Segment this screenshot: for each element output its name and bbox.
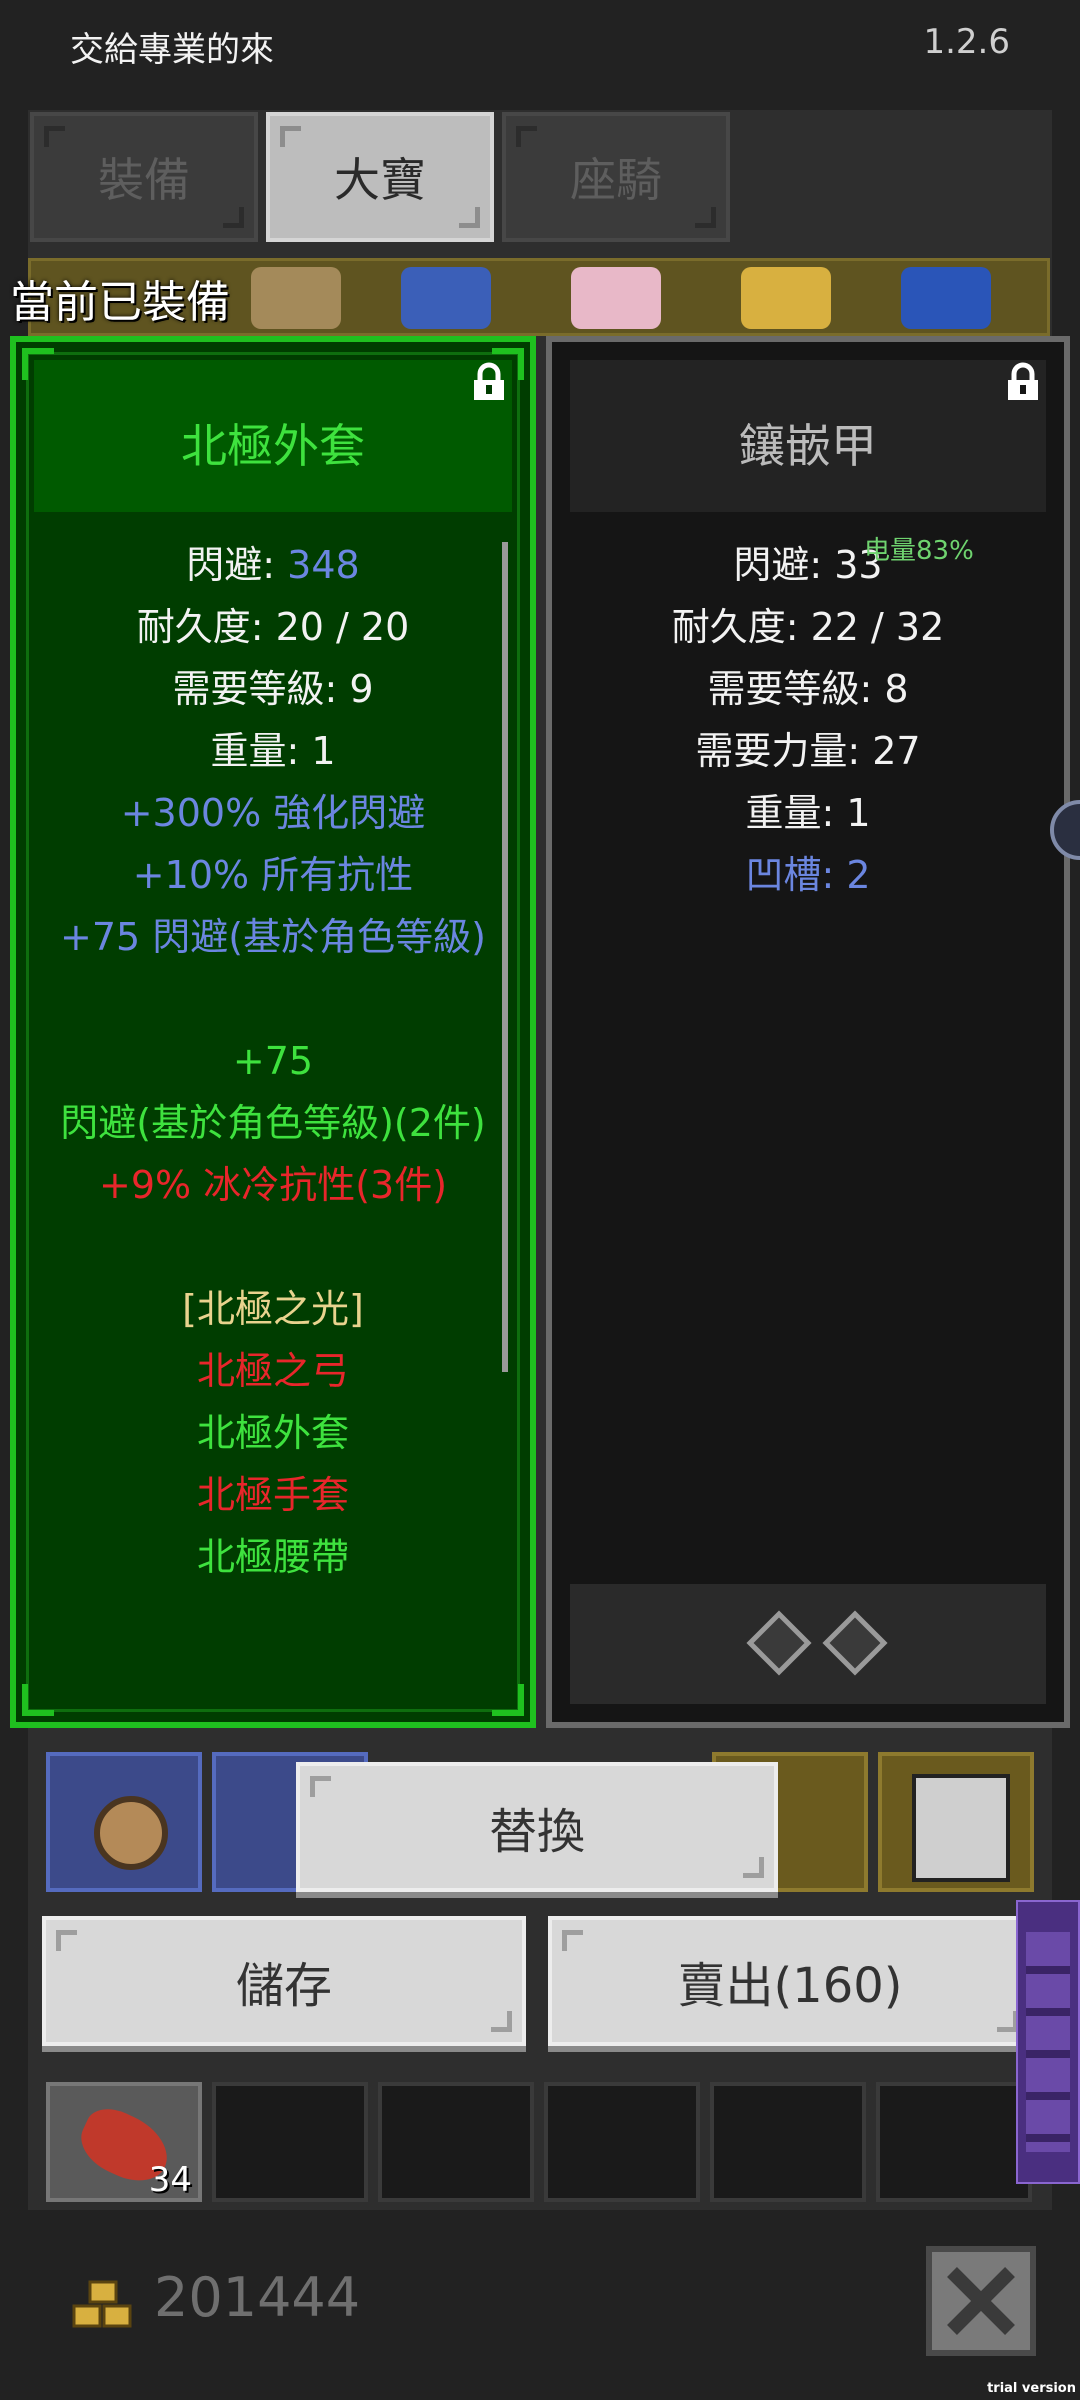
stat-text: 凹槽: 2	[745, 853, 871, 897]
stat-line: +10% 所有抗性	[16, 844, 530, 906]
stat-text: 北極手套	[196, 1473, 349, 1517]
stat-line: 需要等級: 8	[552, 658, 1064, 720]
replace-button[interactable]: 替換	[296, 1762, 778, 1892]
inventory-slot[interactable]	[878, 1752, 1034, 1892]
stat-line: 北極手套	[16, 1464, 530, 1526]
stat-line: 耐久度: 20 / 20	[16, 596, 530, 658]
currently-equipped-label: 當前已裝備	[10, 277, 230, 328]
stat-text: 閃避: 33	[733, 543, 883, 587]
inventory-slot[interactable]	[544, 2082, 700, 2202]
stat-text: 重量: 1	[745, 791, 871, 835]
stat-text: 北極腰帶	[196, 1535, 349, 1579]
close-x-icon	[947, 2267, 1015, 2335]
stat-text: 閃避:	[186, 543, 288, 587]
store-button-label: 儲存	[235, 1958, 332, 2014]
inventory-slot[interactable]	[876, 2082, 1032, 2202]
socket-bar	[570, 1584, 1046, 1704]
equipped-item-stats: 閃避: 33 耐久度: 22 / 32 需要等級: 8 需要力量: 27 重量: 1 凹槽…	[552, 534, 1064, 906]
trial-watermark: trial version	[987, 2381, 1076, 2396]
selected-item-panel[interactable]: 北極外套 閃避: 348 耐久度: 20 / 20 需要等級: 9 重量: 1 +300…	[10, 336, 536, 1728]
close-button[interactable]	[926, 2246, 1036, 2356]
stat-line: 重量: 1	[16, 720, 530, 782]
equipped-item-name: 鑲嵌甲	[739, 419, 877, 473]
stat-line: 耐久度: 22 / 32	[552, 596, 1064, 658]
stat-line: 北極外套	[16, 1402, 530, 1464]
stat-text: [北極之光]	[182, 1287, 364, 1331]
inventory-slot[interactable]	[378, 2082, 534, 2202]
tab-mount-label: 座騎	[570, 153, 662, 207]
stat-text: 閃避(基於角色等級)(2件)	[60, 1101, 486, 1145]
stat-line: +75	[16, 1030, 530, 1092]
scroll-item-icon	[94, 1796, 168, 1870]
equipped-item-panel[interactable]: 鑲嵌甲 閃避: 33 耐久度: 22 / 32 需要等級: 8 需要力量: 27 重量:…	[546, 336, 1070, 1728]
stat-text: +10% 所有抗性	[132, 853, 414, 897]
selected-item-stats: 閃避: 348 耐久度: 20 / 20 需要等級: 9 重量: 1 +300% 強化閃…	[16, 534, 530, 1588]
stat-text: 耐久度: 20 / 20	[136, 605, 410, 649]
gold-amount: 201444	[154, 2266, 361, 2329]
stat-text: 北極外套	[196, 1411, 349, 1455]
lock-icon[interactable]	[1004, 362, 1042, 402]
stat-line	[16, 1216, 530, 1278]
tab-treasure-label: 大寶	[334, 153, 426, 207]
app-title: 交給專業的來	[70, 30, 274, 70]
side-ad-banner[interactable]	[1016, 1900, 1080, 2184]
version-label: 1.2.6	[923, 22, 1010, 62]
stat-text: 重量: 1	[210, 729, 336, 773]
stat-line: 閃避: 33	[552, 534, 1064, 596]
stat-line: 重量: 1	[552, 782, 1064, 844]
stat-line: 閃避: 348	[16, 534, 530, 596]
equipped-item-icon	[901, 267, 991, 329]
stats-scrollbar[interactable]	[502, 542, 508, 1372]
stat-line	[16, 968, 530, 1030]
stat-text: 需要等級: 9	[172, 667, 374, 711]
gold-coins-icon	[72, 2280, 132, 2328]
inventory-slot[interactable]: 34	[46, 2082, 202, 2202]
replace-button-label: 替換	[488, 1804, 585, 1860]
sell-button[interactable]: 賣出(160)	[548, 1916, 1032, 2046]
stat-line: 北極之弓	[16, 1340, 530, 1402]
stat-text: +300% 強化閃避	[120, 791, 426, 835]
stat-text: 需要力量: 27	[695, 729, 921, 773]
stat-line: 需要等級: 9	[16, 658, 530, 720]
stat-line: +9% 冰冷抗性(3件)	[16, 1154, 530, 1216]
equipped-item-icon	[401, 267, 491, 329]
stat-value: 348	[287, 543, 360, 587]
equipped-item-icon	[741, 267, 831, 329]
stat-text: 北極之弓	[196, 1349, 349, 1393]
stat-line: +300% 強化閃避	[16, 782, 530, 844]
item-stack-count: 34	[148, 2160, 192, 2200]
stat-line: +75 閃避(基於角色等級)	[16, 906, 530, 968]
inventory-slot[interactable]	[710, 2082, 866, 2202]
battery-overlay: 电量83%	[864, 536, 974, 566]
empty-socket-icon	[746, 1610, 812, 1676]
store-button[interactable]: 儲存	[42, 1916, 526, 2046]
stat-text: +75	[232, 1039, 314, 1083]
stat-line: 需要力量: 27	[552, 720, 1064, 782]
inventory-slot[interactable]	[46, 1752, 202, 1892]
stat-line: [北極之光]	[16, 1278, 530, 1340]
selected-item-name: 北極外套	[181, 419, 365, 473]
stat-line: 凹槽: 2	[552, 844, 1064, 906]
inventory-slot[interactable]	[212, 2082, 368, 2202]
tab-mount[interactable]: 座騎	[502, 112, 730, 242]
stat-text: 耐久度: 22 / 32	[671, 605, 945, 649]
tab-equipment[interactable]: 裝備	[30, 112, 258, 242]
stat-text: +75 閃避(基於角色等級)	[60, 915, 486, 959]
stat-text: 需要等級: 8	[707, 667, 909, 711]
lock-icon[interactable]	[470, 362, 508, 402]
sell-button-label: 賣出(160)	[677, 1958, 903, 2014]
map-item-icon	[912, 1774, 1010, 1882]
empty-socket-icon	[822, 1610, 888, 1676]
stat-line: 北極腰帶	[16, 1526, 530, 1588]
stat-text: +9% 冰冷抗性(3件)	[98, 1163, 448, 1207]
tab-equipment-label: 裝備	[98, 153, 190, 207]
equipped-item-icon	[251, 267, 341, 329]
tab-treasure[interactable]: 大寶	[266, 112, 494, 242]
stat-line: 閃避(基於角色等級)(2件)	[16, 1092, 530, 1154]
equipped-item-icon	[571, 267, 661, 329]
